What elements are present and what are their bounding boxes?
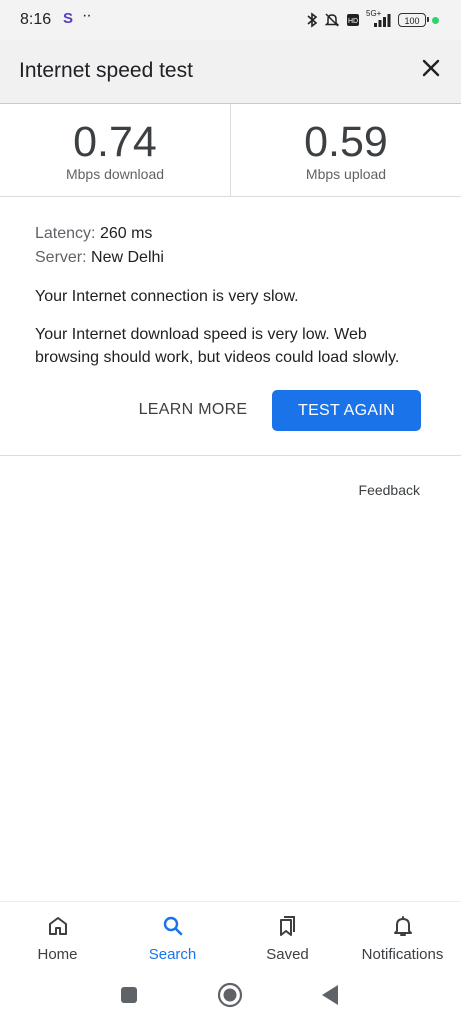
volte-icon: HD [347,14,359,26]
status-time: 8:16 [20,11,52,28]
nav-notifications-label: Notifications [361,946,444,963]
server-line: Server: New Delhi [35,246,430,270]
test-again-button[interactable]: TEST AGAIN [272,390,421,431]
nav-saved-label: Saved [266,946,309,963]
recents-icon[interactable] [120,986,138,1004]
more-notifications-icon: ·· [82,7,92,24]
nav-notifications[interactable]: Notifications [345,902,460,974]
network-type: 5G+ [366,9,392,28]
nav-home-label: Home [37,946,78,963]
app-notification-icon: S [63,10,74,27]
connection-summary: Your Internet connection is very slow. [35,288,299,305]
download-result: 0.74 Mbps download [0,104,230,196]
server-key: Server: [35,249,87,266]
privacy-indicator-dot [432,16,439,24]
search-icon [163,916,182,936]
test-details: Latency: 260 ms Server: New Delhi [35,222,430,270]
latency-line: Latency: 260 ms [35,222,430,246]
upload-result: 0.59 Mbps upload [231,104,461,196]
battery-icon: 100 [398,13,429,27]
home-button-icon[interactable] [217,982,243,1008]
status-bar: 8:16 S ·· HD 5G+ 100 [0,0,461,40]
system-navigation [0,973,461,1024]
feedback-link[interactable]: Feedback [359,482,420,498]
bookmarks-icon [279,916,295,936]
home-icon [48,917,67,935]
download-speed-label: Mbps download [65,166,165,182]
server-value: New Delhi [91,249,164,266]
learn-more-button[interactable]: LEARN MORE [132,390,254,430]
connection-explanation: Your Internet download speed is very low… [35,326,400,366]
status-icons: HD 5G+ 100 [306,9,439,29]
speed-results: 0.74 Mbps download 0.59 Mbps upload [0,104,461,197]
upload-speed-value: 0.59 [304,118,388,166]
bottom-navigation: Home Search Saved Notifications [0,901,461,974]
upload-speed-label: Mbps upload [305,166,387,182]
latency-key: Latency: [35,225,96,242]
nav-search-label: Search [148,946,197,963]
download-speed-value: 0.74 [73,118,157,166]
section-divider [0,455,461,456]
nav-home[interactable]: Home [0,902,115,974]
nav-saved[interactable]: Saved [230,902,345,974]
latency-value: 260 ms [99,225,153,242]
mute-bell-icon [324,13,340,27]
back-icon[interactable] [321,984,339,1006]
close-icon[interactable] [419,56,443,80]
nav-search[interactable]: Search [115,902,230,974]
bell-icon [393,916,412,936]
page-title: Internet speed test [19,59,193,82]
svg-text:HD: HD [348,18,358,25]
app-header: Internet speed test [0,40,461,104]
signal-icon [374,14,391,27]
bluetooth-icon [307,12,318,28]
